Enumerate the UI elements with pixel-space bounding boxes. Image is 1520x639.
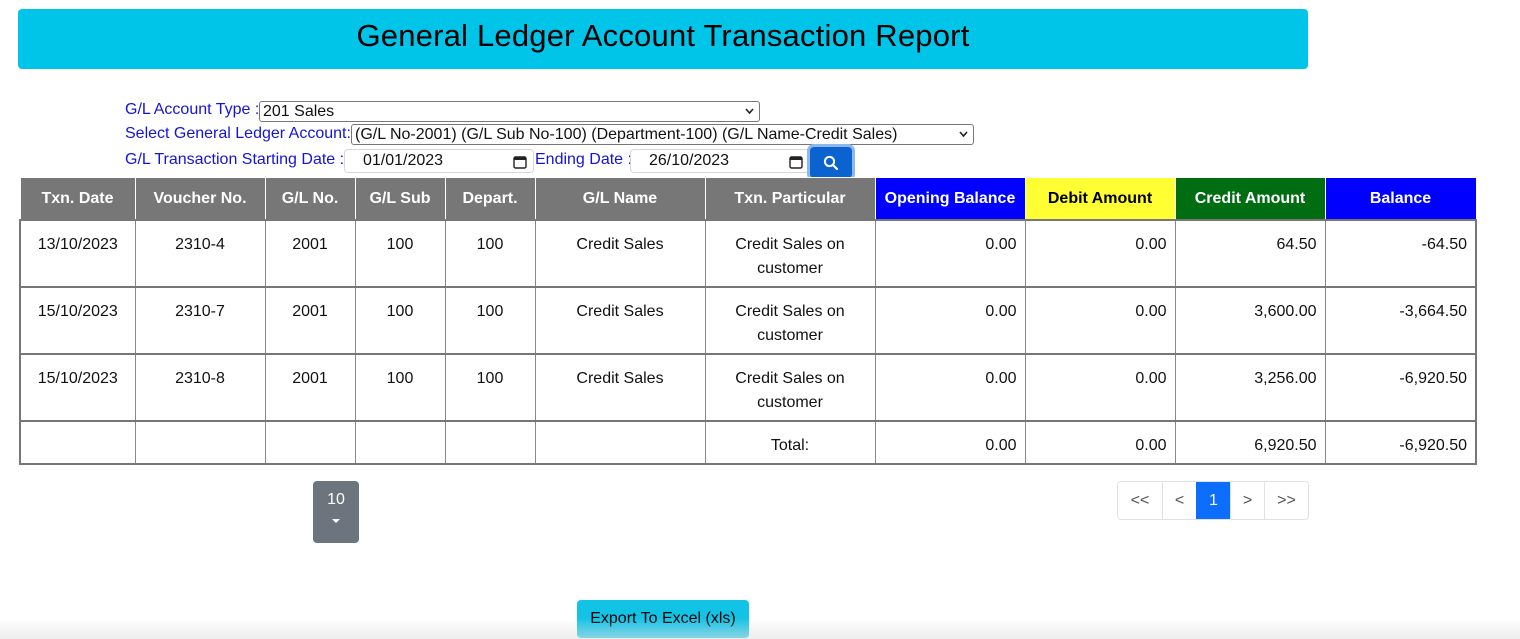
- cell-gl-sub: 100: [354, 353, 446, 422]
- total-label: Total:: [704, 420, 876, 465]
- chevron-down-icon: [959, 131, 968, 138]
- cell-gl-sub: 100: [354, 219, 446, 288]
- cell-gl-no: 2001: [264, 286, 356, 355]
- end-date-input[interactable]: 26/10/2023: [630, 149, 810, 173]
- cell-debit-amount: 0.00: [1024, 353, 1176, 422]
- cell-txn-particular: Credit Sales on customer: [704, 286, 876, 355]
- col-voucher-no: Voucher No.: [134, 177, 266, 221]
- cell-txn-date: 15/10/2023: [19, 353, 136, 422]
- cell-voucher-no: 2310-4: [134, 219, 266, 288]
- cell-gl-no: 2001: [264, 353, 356, 422]
- total-opening-balance: 0.00: [874, 420, 1026, 465]
- col-opening-balance: Opening Balance: [874, 177, 1026, 221]
- account-type-value: 201 Sales: [263, 102, 335, 120]
- col-debit-amount: Debit Amount: [1024, 177, 1176, 221]
- page-title: General Ledger Account Transaction Repor…: [356, 18, 970, 53]
- col-balance: Balance: [1324, 177, 1477, 221]
- page-prev-button[interactable]: <: [1162, 482, 1196, 519]
- cell-debit-amount: 0.00: [1024, 219, 1176, 288]
- page-size-value: 10: [327, 491, 345, 508]
- cell-department: 100: [444, 353, 536, 422]
- caret-down-icon: [332, 519, 340, 523]
- cell-opening-balance: 0.00: [874, 353, 1026, 422]
- table-total-row: Total: 0.00 0.00 6,920.50 -6,920.50: [19, 420, 1477, 465]
- col-gl-no: G/L No.: [264, 177, 356, 221]
- col-gl-name: G/L Name: [534, 177, 706, 221]
- cell-credit-amount: 3,256.00: [1174, 353, 1326, 422]
- cell-empty: [134, 420, 266, 465]
- page-next-button[interactable]: >: [1230, 482, 1264, 519]
- cell-gl-sub: 100: [354, 286, 446, 355]
- total-credit-amount: 6,920.50: [1174, 420, 1326, 465]
- col-credit-amount: Credit Amount: [1174, 177, 1326, 221]
- cell-voucher-no: 2310-8: [134, 353, 266, 422]
- chevron-down-icon: [745, 108, 754, 115]
- cell-empty: [19, 420, 136, 465]
- start-date-label: G/L Transaction Starting Date :: [125, 151, 345, 168]
- calendar-icon[interactable]: [513, 155, 527, 169]
- cell-department: 100: [444, 286, 536, 355]
- cell-opening-balance: 0.00: [874, 219, 1026, 288]
- cell-gl-name: Credit Sales: [534, 219, 706, 288]
- cell-empty: [444, 420, 536, 465]
- cell-balance: -6,920.50: [1324, 353, 1477, 422]
- cell-credit-amount: 64.50: [1174, 219, 1326, 288]
- cell-balance: -64.50: [1324, 219, 1477, 288]
- cell-voucher-no: 2310-7: [134, 286, 266, 355]
- account-type-label: G/L Account Type :: [125, 101, 260, 118]
- account-type-select[interactable]: 201 Sales: [259, 101, 760, 122]
- end-date-value: 26/10/2023: [649, 152, 730, 169]
- cell-department: 100: [444, 219, 536, 288]
- cell-credit-amount: 3,600.00: [1174, 286, 1326, 355]
- page-last-button[interactable]: >>: [1264, 482, 1308, 519]
- cell-empty: [264, 420, 356, 465]
- total-balance: -6,920.50: [1324, 420, 1477, 465]
- account-select[interactable]: (G/L No-2001) (G/L Sub No-100) (Departme…: [351, 124, 974, 145]
- page-first-button[interactable]: <<: [1118, 482, 1162, 519]
- search-button[interactable]: [810, 147, 852, 178]
- report-banner: General Ledger Account Transaction Repor…: [18, 9, 1308, 69]
- cell-txn-date: 15/10/2023: [19, 286, 136, 355]
- page-current-button[interactable]: 1: [1196, 482, 1230, 519]
- cell-txn-particular: Credit Sales on customer: [704, 353, 876, 422]
- account-value: (G/L No-2001) (G/L Sub No-100) (Departme…: [355, 125, 898, 143]
- cell-gl-no: 2001: [264, 219, 356, 288]
- cell-opening-balance: 0.00: [874, 286, 1026, 355]
- cell-empty: [534, 420, 706, 465]
- table-row: 15/10/2023 2310-7 2001 100 100 Credit Sa…: [19, 286, 1477, 355]
- cell-gl-name: Credit Sales: [534, 286, 706, 355]
- col-txn-date: Txn. Date: [19, 177, 136, 221]
- account-label: Select General Ledger Account:: [125, 125, 351, 142]
- search-icon: [823, 155, 839, 170]
- table-row: 13/10/2023 2310-4 2001 100 100 Credit Sa…: [19, 219, 1477, 288]
- cell-debit-amount: 0.00: [1024, 286, 1176, 355]
- total-debit-amount: 0.00: [1024, 420, 1176, 465]
- page-size-dropdown[interactable]: 10: [313, 481, 359, 543]
- pagination: << < 1 > >>: [1117, 481, 1309, 520]
- transaction-table: Txn. Date Voucher No. G/L No. G/L Sub De…: [19, 177, 1477, 465]
- table-header-row: Txn. Date Voucher No. G/L No. G/L Sub De…: [19, 177, 1477, 221]
- calendar-icon[interactable]: [789, 155, 803, 169]
- cell-gl-name: Credit Sales: [534, 353, 706, 422]
- col-gl-sub: G/L Sub: [354, 177, 446, 221]
- col-department: Depart.: [444, 177, 536, 221]
- table-row: 15/10/2023 2310-8 2001 100 100 Credit Sa…: [19, 353, 1477, 422]
- end-date-label: Ending Date :: [535, 151, 632, 168]
- cell-balance: -3,664.50: [1324, 286, 1477, 355]
- bottom-shadow: [0, 618, 1520, 639]
- cell-txn-particular: Credit Sales on customer: [704, 219, 876, 288]
- col-txn-particular: Txn. Particular: [704, 177, 876, 221]
- cell-txn-date: 13/10/2023: [19, 219, 136, 288]
- cell-empty: [354, 420, 446, 465]
- start-date-input[interactable]: 01/01/2023: [344, 149, 534, 173]
- start-date-value: 01/01/2023: [363, 152, 444, 169]
